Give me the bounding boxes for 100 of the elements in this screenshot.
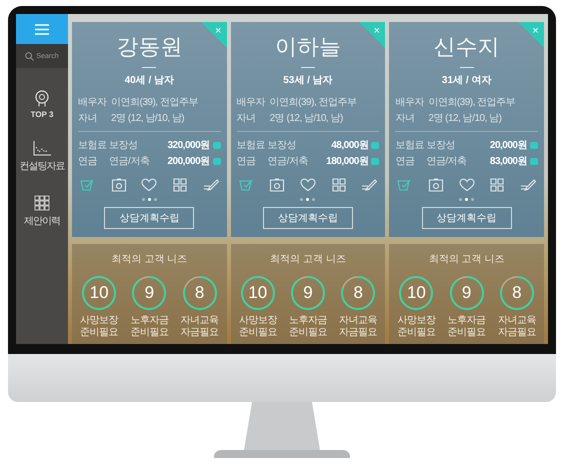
gauge-label: 사망보장 준비필요 — [79, 315, 120, 338]
premium-type: 보장성 — [109, 139, 138, 152]
plan-button[interactable]: 상담계획수립 — [262, 207, 353, 229]
gauge-value: 10 — [406, 283, 426, 303]
close-button[interactable]: × — [200, 22, 227, 48]
medal-icon — [34, 90, 50, 107]
premium-amount: 83,000원 — [488, 155, 527, 168]
page-dot[interactable] — [142, 198, 145, 201]
sidebar-item[interactable]: TOP 3 — [16, 90, 68, 119]
detail-label: 배우자 — [395, 96, 426, 109]
gauge-value: 9 — [144, 283, 154, 303]
gauge-label: 사망보장 준비필요 — [238, 315, 278, 338]
detail-value: 이연희(39), 전업주부 — [428, 96, 516, 109]
gauge-value: 8 — [512, 283, 522, 303]
sidebar-item[interactable]: 컨설팅자료 — [16, 141, 68, 173]
camera-icon[interactable] — [269, 178, 286, 192]
check-icon[interactable] — [238, 178, 255, 192]
plan-button[interactable]: 상담계획수립 — [104, 207, 194, 229]
gauge-label: 자녀교육 자금필요 — [338, 315, 378, 338]
premium-amount: 320,000원 — [166, 139, 210, 152]
detail-value: 2명 (12, 남/10, 남) — [111, 112, 186, 125]
close-button[interactable]: × — [359, 22, 386, 48]
grid-icon[interactable] — [489, 178, 506, 192]
detail-label: 배우자 — [236, 96, 266, 109]
gauge-label: 사망보장 준비필요 — [396, 315, 437, 338]
pen-icon[interactable] — [520, 178, 536, 192]
gauge-label: 노후자금 준비필요 — [129, 315, 170, 338]
customer-name: 이하늘 — [274, 33, 341, 61]
tag-marker — [371, 158, 380, 164]
premium-label: 보험료 — [236, 139, 265, 152]
heart-icon[interactable] — [458, 178, 475, 192]
needs-title: 최적의 고객 니즈 — [270, 253, 346, 266]
page-dot[interactable] — [148, 198, 151, 201]
page-dot[interactable] — [300, 198, 304, 201]
gauge-label: 노후자금 준비필요 — [446, 315, 487, 338]
age-gender: 40세 / 남자 — [124, 74, 174, 87]
age-gender: 53세 / 남자 — [283, 74, 333, 87]
detail-value: 이연희(39), 전업주부 — [111, 96, 199, 109]
premium-label: 연금 — [236, 155, 257, 168]
premium-amount: 20,000원 — [488, 139, 527, 152]
plan-button[interactable]: 상담계획수립 — [422, 207, 512, 229]
premium-label: 보험료 — [78, 139, 106, 152]
page-dot[interactable] — [154, 198, 157, 201]
pen-icon[interactable] — [202, 178, 219, 192]
page-dot[interactable] — [312, 198, 316, 201]
detail-label: 자녀 — [395, 112, 416, 125]
close-button[interactable]: × — [518, 22, 544, 48]
heart-icon[interactable] — [300, 178, 316, 192]
premium-type: 연금/저축 — [268, 155, 308, 168]
gauge-value: 10 — [90, 283, 109, 303]
premium-amount: 200,000원 — [166, 155, 210, 168]
detail-label: 자녀 — [78, 112, 98, 125]
premium-type: 연금/저축 — [426, 155, 467, 168]
tag-marker — [530, 142, 538, 148]
search-icon — [25, 52, 34, 60]
check-icon[interactable] — [397, 178, 414, 192]
gauge-label: 노후자금 준비필요 — [288, 315, 328, 338]
detail-value: 2명 (12, 남/10, 남) — [428, 112, 502, 125]
detail-value: 2명 (12, 남/10, 남) — [270, 112, 344, 125]
page-dot[interactable] — [459, 198, 462, 201]
premium-label: 보험료 — [395, 139, 424, 152]
chart-icon — [33, 141, 51, 156]
premium-label: 연금 — [395, 155, 416, 168]
tag-marker — [371, 142, 380, 148]
age-gender: 31세 / 여자 — [442, 74, 492, 87]
needs-title: 최적의 고객 니즈 — [428, 253, 504, 266]
detail-label: 자녀 — [236, 112, 257, 125]
menu-icon — [35, 24, 49, 34]
premium-amount: 48,000원 — [330, 139, 368, 152]
customer-name: 강동원 — [116, 33, 182, 61]
gauge-value: 10 — [248, 283, 268, 303]
pen-icon[interactable] — [361, 178, 378, 192]
page-dot[interactable] — [465, 198, 468, 201]
page-dot[interactable] — [306, 198, 310, 201]
premium-type: 보장성 — [268, 139, 298, 152]
grid-icon[interactable] — [172, 178, 188, 192]
tag-marker — [212, 158, 221, 164]
gauge-label: 자녀교육 자금필요 — [496, 315, 537, 338]
customer-name: 신수지 — [434, 33, 500, 61]
gauge-value: 8 — [353, 283, 363, 303]
grid-icon[interactable] — [330, 178, 347, 192]
premium-amount: 180,000원 — [325, 155, 368, 168]
premium-type: 연금/저축 — [109, 155, 150, 168]
check-icon[interactable] — [80, 178, 96, 192]
gauge-value: 9 — [303, 283, 313, 303]
detail-label: 배우자 — [78, 96, 108, 109]
gauge-value: 9 — [462, 283, 472, 303]
camera-icon[interactable] — [428, 178, 444, 192]
premium-label: 연금 — [78, 155, 98, 168]
tag-marker — [212, 142, 221, 148]
menu-button[interactable] — [16, 14, 68, 44]
heart-icon[interactable] — [141, 178, 158, 192]
tag-marker — [530, 158, 538, 164]
premium-type: 보장성 — [426, 139, 456, 152]
camera-icon[interactable] — [110, 178, 127, 192]
detail-value: 이연희(39), 전업주부 — [270, 96, 358, 109]
sidebar-item[interactable]: 제안이력 — [16, 195, 68, 228]
grid-icon — [34, 195, 50, 211]
gauge-label: 자녀교육 자금필요 — [180, 315, 220, 338]
page-dot[interactable] — [471, 198, 474, 201]
